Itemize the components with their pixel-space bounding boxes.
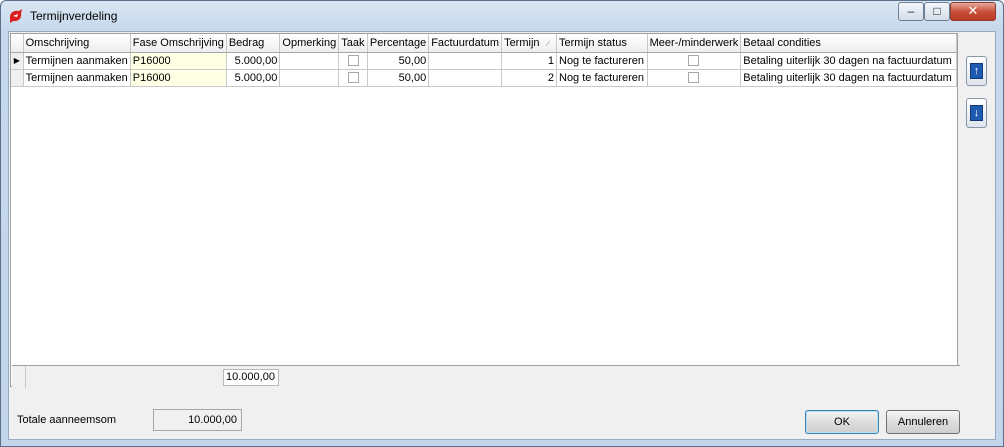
footer-divider: [25, 366, 26, 388]
cell-betaal-condities[interactable]: Betaling uiterlijk 30 dagen na factuurda…: [740, 52, 957, 70]
cell-opmerking[interactable]: [279, 69, 340, 87]
total-aanneemsom-label: Totale aanneemsom: [17, 414, 117, 426]
column-header-termijn-status[interactable]: Termijn status: [556, 34, 648, 53]
meer-minderwerk-checkbox[interactable]: [688, 55, 700, 67]
close-icon: ✕: [967, 3, 979, 18]
cell-termijn-status[interactable]: Nog te factureren: [556, 69, 648, 87]
column-header-omschrijving[interactable]: Omschrijving: [23, 34, 131, 53]
column-header-termijn[interactable]: Termijn ∕: [501, 34, 557, 53]
column-header-taak[interactable]: Taak: [338, 34, 368, 53]
column-header-meer-minderwerk[interactable]: Meer-/minderwerk: [647, 34, 742, 53]
table-row[interactable]: ▶ Termijnen aanmaken P16000 5.000,00 50,…: [11, 52, 957, 70]
cell-bedrag[interactable]: 5.000,00: [226, 52, 281, 70]
move-up-button[interactable]: ↑: [966, 56, 987, 86]
cell-opmerking[interactable]: [279, 52, 340, 70]
cell-percentage[interactable]: 50,00: [367, 69, 430, 87]
termijnen-table: Omschrijving Fase Omschrijving Bedrag Op…: [11, 34, 957, 87]
column-header-opmerking[interactable]: Opmerking: [279, 34, 340, 53]
header-row: Omschrijving Fase Omschrijving Bedrag Op…: [11, 34, 957, 53]
termijnen-grid[interactable]: Omschrijving Fase Omschrijving Bedrag Op…: [10, 33, 960, 388]
column-header-bedrag[interactable]: Bedrag: [226, 34, 281, 53]
total-aanneemsom-field: 10.000,00: [153, 409, 242, 431]
minimize-button[interactable]: –: [898, 2, 924, 21]
title-bar[interactable]: Termijnverdeling – □ ✕: [1, 1, 1003, 31]
cell-omschrijving[interactable]: Termijnen aanmaken: [23, 69, 131, 87]
cell-bedrag[interactable]: 5.000,00: [226, 69, 281, 87]
close-button[interactable]: ✕: [950, 2, 996, 21]
cell-taak[interactable]: [338, 69, 368, 87]
dialog-client-area: Omschrijving Fase Omschrijving Bedrag Op…: [8, 31, 996, 440]
arrow-down-icon: ↓: [970, 105, 983, 121]
cell-factuurdatum[interactable]: [428, 69, 503, 87]
column-header-factuurdatum[interactable]: Factuurdatum: [428, 34, 503, 53]
column-header-fase-omschrijving[interactable]: Fase Omschrijving: [130, 34, 227, 53]
ok-button[interactable]: OK: [805, 410, 879, 434]
cell-factuurdatum[interactable]: [428, 52, 503, 70]
taak-checkbox[interactable]: [347, 72, 359, 84]
termijnverdeling-window: Termijnverdeling – □ ✕ Omschrijving Fase…: [0, 0, 1004, 447]
cell-percentage[interactable]: 50,00: [367, 52, 430, 70]
row-indicator-icon: [11, 69, 24, 87]
table-row[interactable]: Termijnen aanmaken P16000 5.000,00 50,00…: [11, 69, 957, 87]
minimize-icon: –: [907, 4, 915, 18]
cell-fase-omschrijving[interactable]: P16000: [130, 69, 227, 87]
row-indicator-header: [11, 34, 24, 53]
meer-minderwerk-checkbox[interactable]: [688, 72, 700, 84]
cell-omschrijving[interactable]: Termijnen aanmaken: [23, 52, 131, 70]
grid-footer-row: 10.000,00: [12, 365, 960, 388]
maximize-button[interactable]: □: [924, 2, 950, 21]
column-header-percentage[interactable]: Percentage: [367, 34, 430, 53]
window-title: Termijnverdeling: [30, 9, 118, 23]
cell-taak[interactable]: [338, 52, 368, 70]
maximize-icon: □: [933, 4, 941, 18]
cell-termijn[interactable]: 2: [501, 69, 557, 87]
cell-betaal-condities[interactable]: Betaling uiterlijk 30 dagen na factuurda…: [740, 69, 957, 87]
taak-checkbox[interactable]: [347, 55, 359, 67]
move-down-button[interactable]: ↓: [966, 98, 987, 128]
sort-ascending-icon: ∕: [547, 38, 549, 48]
column-header-betaal-condities[interactable]: Betaal condities: [740, 34, 957, 53]
column-header-termijn-label: Termijn: [504, 36, 540, 49]
cancel-button[interactable]: Annuleren: [886, 410, 960, 434]
arrow-up-icon: ↑: [970, 63, 983, 79]
cell-meer-minderwerk[interactable]: [647, 69, 742, 87]
cell-fase-omschrijving[interactable]: P16000: [130, 52, 227, 70]
cell-termijn-status[interactable]: Nog te factureren: [556, 52, 648, 70]
footer-bedrag-total: 10.000,00: [223, 369, 279, 386]
cell-meer-minderwerk[interactable]: [647, 52, 742, 70]
row-indicator-icon: ▶: [11, 52, 24, 70]
app-logo-icon: [10, 9, 22, 23]
cell-termijn[interactable]: 1: [501, 52, 557, 70]
